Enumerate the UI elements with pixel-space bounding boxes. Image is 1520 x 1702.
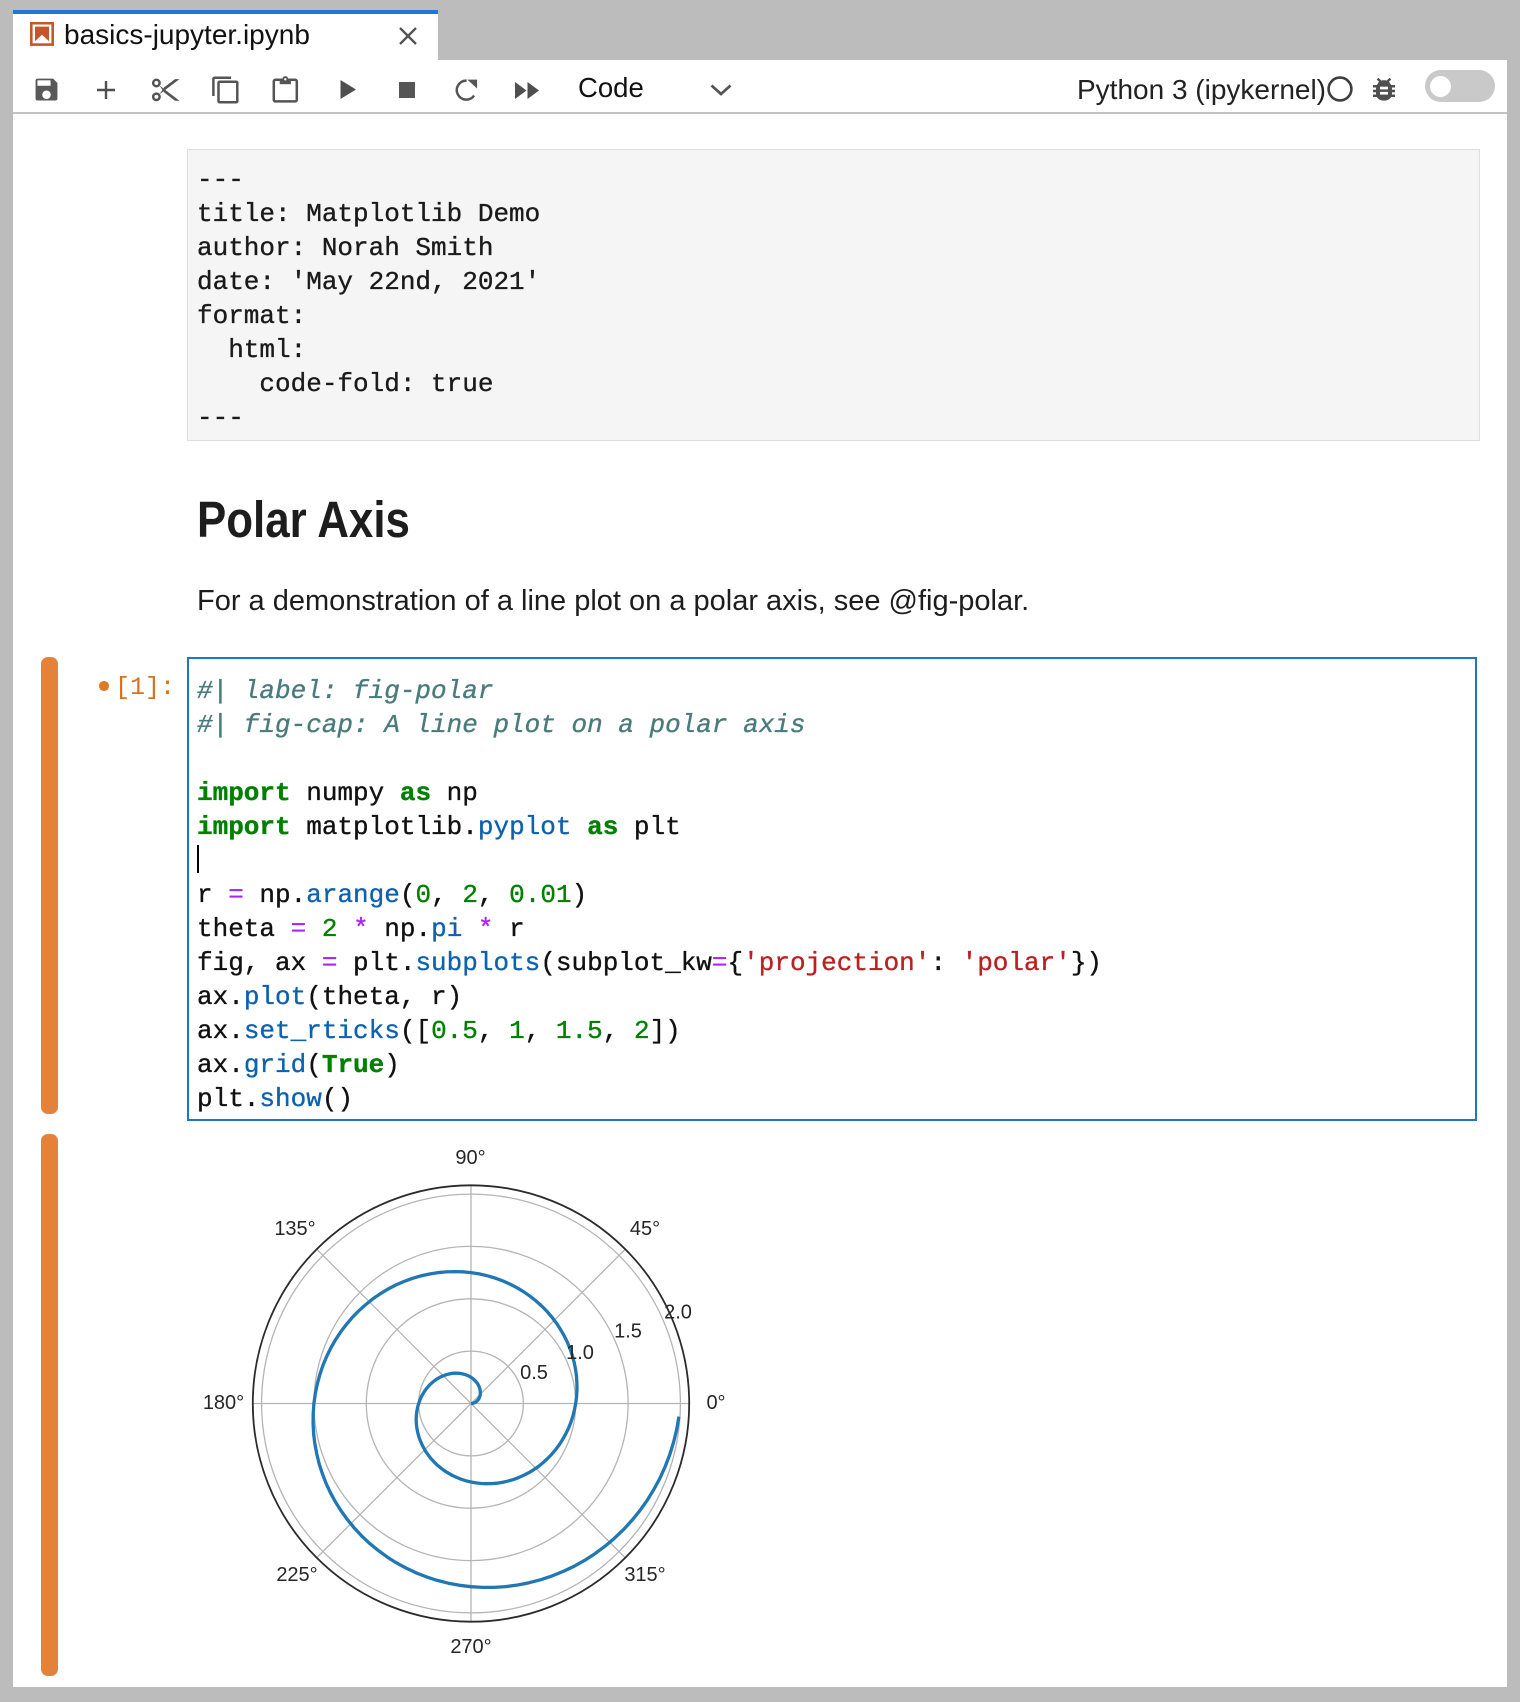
svg-text:45°: 45° <box>630 1218 660 1240</box>
svg-text:1.5: 1.5 <box>614 1321 642 1343</box>
svg-text:1.0: 1.0 <box>566 1342 594 1364</box>
svg-text:2.0: 2.0 <box>664 1302 692 1324</box>
svg-text:225°: 225° <box>276 1564 317 1586</box>
svg-text:270°: 270° <box>450 1636 491 1658</box>
svg-text:135°: 135° <box>274 1218 315 1240</box>
svg-text:315°: 315° <box>624 1564 665 1586</box>
svg-text:0.5: 0.5 <box>520 1362 548 1384</box>
svg-text:0°: 0° <box>706 1392 725 1414</box>
svg-text:90°: 90° <box>455 1147 485 1169</box>
svg-text:180°: 180° <box>203 1392 244 1414</box>
